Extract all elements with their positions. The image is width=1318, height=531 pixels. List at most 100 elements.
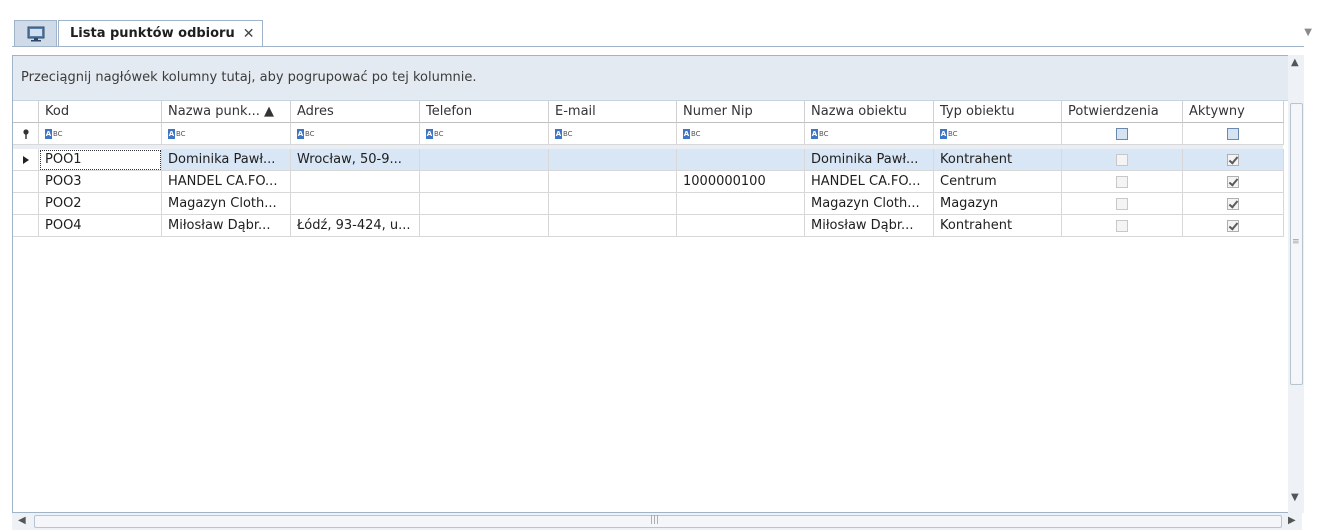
column-header-label: Aktywny [1189,104,1245,119]
cell-telefon[interactable] [420,171,549,193]
cell-numer-nip[interactable]: 1000000100 [677,171,805,193]
potwierdzenia-checkbox[interactable] [1116,219,1128,232]
cell-nazwa-obiektu[interactable]: Dominika Pawł... [805,149,934,171]
filter-checkbox[interactable] [1227,127,1239,140]
cell-potwierdzenia[interactable] [1062,171,1183,193]
filter-adres[interactable]: A BC [291,123,420,145]
column-header-email[interactable]: E-mail [549,101,677,123]
document-tab-bar: Lista punktów odbioru ✕ ▼ [0,0,1318,47]
column-header-nazwa-punktu[interactable]: Nazwa punk... ▲ [162,101,291,123]
cell-aktywny[interactable] [1183,149,1284,171]
close-icon[interactable]: ✕ [243,26,255,42]
column-header-kod[interactable]: Kod [39,101,162,123]
scroll-left-arrow-icon[interactable]: ◀ [18,515,26,526]
column-header-nazwa-obiektu[interactable]: Nazwa obiektu [805,101,934,123]
cell-numer-nip[interactable] [677,215,805,237]
tab-list-dropdown-icon[interactable]: ▼ [1304,27,1312,38]
column-header-label: Telefon [426,104,473,119]
aktywny-checkbox[interactable] [1227,219,1239,232]
monitor-icon [27,26,44,41]
cell-kod[interactable]: POO3 [39,171,162,193]
scroll-down-arrow-icon[interactable]: ▼ [1291,492,1299,503]
column-header-label: Adres [297,104,334,119]
aktywny-checkbox[interactable] [1227,153,1239,166]
cell-kod[interactable]: POO4 [39,215,162,237]
scroll-right-arrow-icon[interactable]: ▶ [1288,515,1296,526]
column-header-potwierdzenia[interactable]: Potwierdzenia [1062,101,1183,123]
filter-telefon[interactable]: A BC [420,123,549,145]
cell-nazwa-punktu[interactable]: Magazyn Cloth... [162,193,291,215]
cell-telefon[interactable] [420,149,549,171]
cell-email[interactable] [549,215,677,237]
filter-aktywny[interactable] [1183,123,1284,145]
column-header-telefon[interactable]: Telefon [420,101,549,123]
table-row[interactable]: POO1 Dominika Pawł... Wrocław, 50-9... D… [13,149,1284,171]
abc-filter-icon: A BC [426,128,444,139]
filter-nazwa-punktu[interactable]: A BC [162,123,291,145]
cell-telefon[interactable] [420,215,549,237]
cell-typ-obiektu[interactable]: Centrum [934,171,1062,193]
tab-title: Lista punktów odbioru [70,26,235,41]
cell-email[interactable] [549,171,677,193]
cell-nazwa-punktu[interactable]: Miłosław Dąbr... [162,215,291,237]
cell-aktywny[interactable] [1183,215,1284,237]
header-indicator [13,101,39,123]
filter-kod[interactable]: A BC [39,123,162,145]
table-row[interactable]: POO2 Magazyn Cloth... Magazyn Cloth... M… [13,193,1284,215]
filter-potwierdzenia[interactable] [1062,123,1183,145]
column-header-aktywny[interactable]: Aktywny [1183,101,1284,123]
cell-aktywny[interactable] [1183,171,1284,193]
column-header-typ-obiektu[interactable]: Typ obiektu [934,101,1062,123]
cell-nazwa-punktu[interactable]: HANDEL CA.FO... [162,171,291,193]
cell-kod[interactable]: POO1 [39,149,162,171]
cell-email[interactable] [549,193,677,215]
aktywny-checkbox[interactable] [1227,175,1239,188]
cell-adres[interactable] [291,171,420,193]
cell-nazwa-punktu[interactable]: Dominika Pawł... [162,149,291,171]
column-header-adres[interactable]: Adres [291,101,420,123]
pin-icon [22,128,29,139]
filter-typ-obiektu[interactable]: A BC [934,123,1062,145]
filter-numer-nip[interactable]: A BC [677,123,805,145]
horizontal-scrollbar[interactable]: ◀ ||| ▶ [12,513,1302,530]
scroll-up-arrow-icon[interactable]: ▲ [1291,57,1299,68]
abc-filter-icon: A BC [45,128,63,139]
cell-email[interactable] [549,149,677,171]
table-row[interactable]: POO4 Miłosław Dąbr... Łódź, 93-424, u...… [13,215,1284,237]
filter-email[interactable]: A BC [549,123,677,145]
cell-typ-obiektu[interactable]: Kontrahent [934,149,1062,171]
potwierdzenia-checkbox[interactable] [1116,175,1128,188]
table-row[interactable]: POO3 HANDEL CA.FO... 1000000100 HANDEL C… [13,171,1284,193]
vertical-scrollbar[interactable]: ▲ ≡ ▼ [1288,55,1304,513]
cell-potwierdzenia[interactable] [1062,215,1183,237]
cell-numer-nip[interactable] [677,193,805,215]
column-header-label: E-mail [555,104,596,119]
cell-nazwa-obiektu[interactable]: Magazyn Cloth... [805,193,934,215]
cell-typ-obiektu[interactable]: Magazyn [934,193,1062,215]
cell-nazwa-obiektu[interactable]: Miłosław Dąbr... [805,215,934,237]
filter-checkbox[interactable] [1116,127,1128,140]
cell-telefon[interactable] [420,193,549,215]
potwierdzenia-checkbox[interactable] [1116,197,1128,210]
tab-lista-punktow-odbioru[interactable]: Lista punktów odbioru ✕ [58,20,263,47]
cell-potwierdzenia[interactable] [1062,149,1183,171]
cell-adres[interactable] [291,193,420,215]
abc-filter-icon: A BC [297,128,315,139]
aktywny-checkbox[interactable] [1227,197,1239,210]
abc-filter-icon: A BC [168,128,186,139]
potwierdzenia-checkbox[interactable] [1116,153,1128,166]
cell-nazwa-obiektu[interactable]: HANDEL CA.FO... [805,171,934,193]
app-menu-button[interactable] [14,20,57,46]
cell-adres[interactable]: Łódź, 93-424, u... [291,215,420,237]
cell-adres[interactable]: Wrocław, 50-9... [291,149,420,171]
cell-potwierdzenia[interactable] [1062,193,1183,215]
filter-nazwa-obiektu[interactable]: A BC [805,123,934,145]
cell-numer-nip[interactable] [677,149,805,171]
cell-typ-obiektu[interactable]: Kontrahent [934,215,1062,237]
cell-aktywny[interactable] [1183,193,1284,215]
group-by-panel[interactable]: Przeciągnij nagłówek kolumny tutaj, aby … [13,56,1301,101]
column-header-numer-nip[interactable]: Numer Nip [677,101,805,123]
filter-row: A BC A BC A BC A BC A BC A BC A BC A BC [13,123,1284,145]
cell-kod[interactable]: POO2 [39,193,162,215]
abc-filter-icon: A BC [555,128,573,139]
